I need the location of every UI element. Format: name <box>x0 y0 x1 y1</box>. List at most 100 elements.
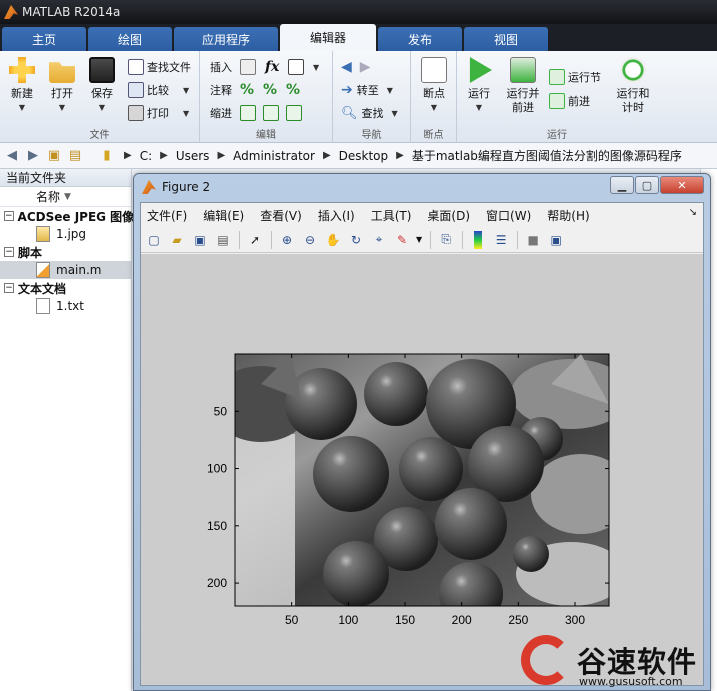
arrow-right-icon: ▶ <box>359 59 371 75</box>
comment-percent-button[interactable]: % <box>240 80 254 100</box>
zoom-out-icon[interactable]: ⊖ <box>301 231 319 249</box>
figure-window[interactable]: Figure 2 ▁ ▢ ✕ 文件(F) 编辑(E) 查看(V) 插入(I) 工… <box>133 173 711 691</box>
colorbar-icon[interactable] <box>474 230 483 249</box>
new-button[interactable]: 新建 ▼ <box>2 57 42 115</box>
rotate-3d-icon[interactable]: ↻ <box>347 231 365 249</box>
figure-canvas[interactable]: 50 100 150 200 250 300 50 100 150 200 <box>141 254 703 685</box>
data-cursor-icon[interactable]: ⌖ <box>370 231 388 249</box>
insert-function-button[interactable]: fx <box>265 57 279 77</box>
run-and-advance-button[interactable]: 运行并 前进 <box>501 57 545 115</box>
new-button-label: 新建 <box>11 87 33 100</box>
tab-plots[interactable]: 绘图 <box>88 27 172 51</box>
compare-button[interactable]: 比较 ▼ <box>128 80 189 100</box>
link-plot-icon[interactable]: ⎘ <box>437 231 455 249</box>
menu-view[interactable]: 查看(V) <box>260 207 302 224</box>
toolbar-separator <box>462 230 464 249</box>
run-and-time-button[interactable]: 运行和 计时 <box>611 57 655 115</box>
file-item-mainm[interactable]: main.m <box>0 261 131 279</box>
insert-matrix-button[interactable]: ▼ <box>288 57 319 77</box>
print-button[interactable]: 打印 ▼ <box>128 103 189 123</box>
breadcrumb-item[interactable]: C: <box>140 149 152 163</box>
file-item-1txt[interactable]: 1.txt <box>0 297 131 315</box>
smart-indent-button[interactable] <box>240 103 259 123</box>
tab-apps[interactable]: 应用程序 <box>174 27 278 51</box>
close-icon[interactable]: ✕ <box>660 176 704 194</box>
file-group-jpeg[interactable]: − ACDSee JPEG 图像 <box>0 207 134 225</box>
collapse-icon[interactable]: − <box>4 211 14 221</box>
breadcrumb-item[interactable]: Users <box>176 149 210 163</box>
maximize-icon[interactable]: ▢ <box>635 176 659 194</box>
column-header-name[interactable]: 名称 ▼ <box>0 187 131 207</box>
forward-arrow-icon[interactable]: ▶ <box>24 147 42 165</box>
increase-indent-button[interactable] <box>263 103 282 123</box>
find-files-button[interactable]: 查找文件 <box>128 57 191 77</box>
comment-button[interactable]: 注释 <box>210 80 232 100</box>
pan-icon[interactable]: ✋ <box>324 231 342 249</box>
chevron-down-icon[interactable]: ▼ <box>416 235 422 244</box>
find-button[interactable]: 🔍︎ 查找 ▼ <box>341 103 398 123</box>
hide-plot-tools-icon[interactable]: ■ <box>524 231 542 249</box>
figure-client-area: 文件(F) 编辑(E) 查看(V) 插入(I) 工具(T) 桌面(D) 窗口(W… <box>140 202 704 686</box>
menu-window[interactable]: 窗口(W) <box>486 207 531 224</box>
collapse-icon[interactable]: − <box>4 247 14 257</box>
decrease-indent-button[interactable] <box>286 103 305 123</box>
menu-insert[interactable]: 插入(I) <box>318 207 355 224</box>
go-to-button[interactable]: ➔ 转至 ▼ <box>341 80 393 100</box>
menu-edit[interactable]: 编辑(E) <box>203 207 244 224</box>
insert-label: 插入 <box>210 61 232 74</box>
show-plot-tools-icon[interactable]: ▣ <box>547 231 565 249</box>
menu-file[interactable]: 文件(F) <box>147 207 187 224</box>
open-button[interactable]: 打开 ▼ <box>42 57 82 115</box>
chevron-down-icon: ▼ <box>475 103 483 112</box>
advance-label: 前进 <box>568 95 590 108</box>
run-button[interactable]: 运行 ▼ <box>459 57 499 115</box>
legend-icon[interactable]: ☰ <box>492 231 510 249</box>
open-file-icon[interactable]: ▰ <box>168 231 186 249</box>
tab-editor[interactable]: 编辑器 <box>280 24 376 51</box>
up-folder-icon[interactable]: ▣ <box>45 147 63 165</box>
toolbar-separator <box>517 230 519 249</box>
menu-help[interactable]: 帮助(H) <box>547 207 589 224</box>
advance-button[interactable]: 前进 <box>549 91 590 111</box>
pointer-icon[interactable]: ➚ <box>246 231 264 249</box>
brush-icon[interactable]: ✎ <box>393 231 411 249</box>
menubar-dock-arrow-icon[interactable]: ↘ <box>689 207 697 218</box>
uncomment-button[interactable]: % <box>263 80 277 100</box>
folder-icon <box>49 62 75 83</box>
minimize-icon[interactable]: ▁ <box>610 176 634 194</box>
print-icon[interactable]: ▤ <box>214 231 232 249</box>
file-name: main.m <box>56 263 102 277</box>
insert-button[interactable]: 插入 <box>210 57 232 77</box>
breadcrumb-item[interactable]: Desktop <box>339 149 389 163</box>
file-item-1jpg[interactable]: 1.jpg <box>0 225 131 243</box>
back-arrow-icon[interactable]: ◀ <box>3 147 21 165</box>
back-nav-button[interactable]: ◀ ▶ <box>341 57 371 77</box>
breakpoints-button[interactable]: 断点 ▼ <box>414 57 454 115</box>
grayscale-image <box>235 354 609 606</box>
run-section-button[interactable]: 运行节 <box>549 67 601 87</box>
new-figure-icon[interactable]: ▢ <box>145 231 163 249</box>
matlab-script-icon <box>36 262 50 278</box>
breadcrumb-item[interactable]: Administrator <box>233 149 315 163</box>
toolbar-separator <box>271 230 272 249</box>
insert-section-button[interactable] <box>240 57 259 77</box>
file-group-scripts[interactable]: − 脚本 <box>0 243 131 261</box>
menu-desktop[interactable]: 桌面(D) <box>427 207 470 224</box>
tab-home[interactable]: 主页 <box>2 27 86 51</box>
wrap-comment-button[interactable]: % <box>286 80 300 100</box>
tab-publish[interactable]: 发布 <box>378 27 462 51</box>
breadcrumb-item[interactable]: 基于matlab编程直方图阈值法分割的图像源码程序 <box>412 147 682 164</box>
zoom-in-icon[interactable]: ⊕ <box>278 231 296 249</box>
chevron-down-icon: ▼ <box>183 85 190 95</box>
browse-folder-icon[interactable]: ▤ <box>66 147 84 165</box>
file-group-text[interactable]: − 文本文档 <box>0 279 131 297</box>
collapse-icon[interactable]: − <box>4 283 14 293</box>
run-and-time-label: 运行和 计时 <box>616 87 650 114</box>
tab-view[interactable]: 视图 <box>464 27 548 51</box>
menu-tools[interactable]: 工具(T) <box>371 207 412 224</box>
save-icon[interactable]: ▣ <box>191 231 209 249</box>
figure-titlebar[interactable]: Figure 2 <box>142 180 210 194</box>
indent-button[interactable]: 缩进 <box>210 103 232 123</box>
go-to-arrow-icon: ➔ <box>341 82 353 98</box>
save-button[interactable]: 保存 ▼ <box>82 57 122 115</box>
